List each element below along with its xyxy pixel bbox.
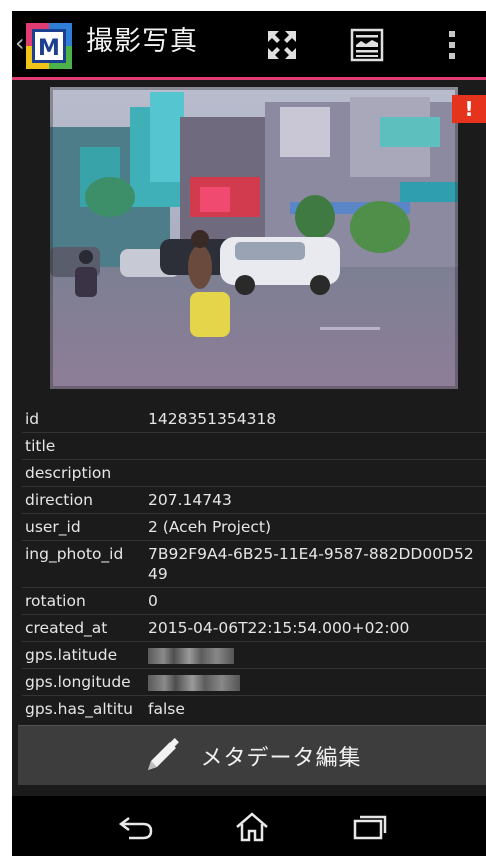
metadata-key: gps.latitude bbox=[25, 646, 118, 664]
metadata-value bbox=[148, 672, 486, 692]
back-icon bbox=[118, 817, 153, 840]
metadata-row-title: title bbox=[22, 433, 486, 460]
nav-home-button[interactable] bbox=[230, 810, 274, 844]
metadata-value: 1428351354318 bbox=[148, 410, 277, 428]
overflow-menu-button[interactable] bbox=[432, 25, 472, 65]
fullscreen-button[interactable] bbox=[262, 25, 302, 65]
metadata-key: description bbox=[25, 464, 112, 482]
back-caret-icon[interactable]: ‹ bbox=[15, 31, 25, 55]
edit-metadata-label: メタデータ編集 bbox=[200, 745, 362, 771]
captured-photo[interactable] bbox=[50, 87, 458, 389]
metadata-value bbox=[148, 463, 486, 483]
metadata-row-gps-has-altitude: gps.has_altitu false bbox=[22, 696, 486, 722]
action-bar: ‹ M 撮影写真 bbox=[12, 11, 486, 77]
metadata-row-ing-photo-id: ing_photo_id 7B92F9A4-6B25-11E4-9587-882… bbox=[22, 541, 486, 588]
metadata-row-direction: direction 207.14743 bbox=[22, 487, 486, 514]
metadata-row-rotation: rotation 0 bbox=[22, 588, 486, 615]
metadata-key: rotation bbox=[25, 592, 86, 610]
metadata-row-id: id 1428351354318 bbox=[22, 406, 486, 433]
nav-recents-button[interactable] bbox=[348, 810, 392, 844]
warning-badge[interactable]: ! bbox=[452, 95, 486, 123]
metadata-key: id bbox=[25, 410, 40, 428]
metadata-value bbox=[148, 436, 486, 456]
metadata-row-created-at: created_at 2015-04-06T22:15:54.000+02:00 bbox=[22, 615, 486, 642]
metadata-key: created_at bbox=[25, 619, 108, 637]
metadata-list: id 1428351354318 title description direc… bbox=[22, 406, 486, 722]
image-list-button[interactable] bbox=[347, 25, 387, 65]
metadata-value: false bbox=[148, 700, 185, 718]
metadata-value: 0 bbox=[148, 592, 158, 610]
home-icon bbox=[236, 812, 268, 842]
metadata-value bbox=[148, 645, 486, 665]
metadata-value: 2 (Aceh Project) bbox=[148, 518, 272, 536]
nav-back-button[interactable] bbox=[114, 810, 158, 844]
phone-screen: ‹ M 撮影写真 ! id 1428351354318 title descri… bbox=[12, 11, 486, 856]
metadata-row-gps-longitude: gps.longitude bbox=[22, 669, 486, 696]
overflow-menu-icon bbox=[449, 31, 455, 59]
recents-icon bbox=[353, 815, 387, 840]
app-logo-letter: M bbox=[38, 36, 60, 61]
system-nav-bar bbox=[12, 796, 486, 856]
app-title: 撮影写真 bbox=[86, 26, 198, 57]
metadata-key: user_id bbox=[25, 518, 81, 536]
metadata-key: gps.longitude bbox=[25, 673, 131, 691]
image-list-icon bbox=[350, 28, 384, 62]
redacted-value bbox=[148, 647, 234, 664]
metadata-value: 2015-04-06T22:15:54.000+02:00 bbox=[148, 619, 410, 637]
pencil-icon bbox=[148, 737, 180, 770]
metadata-key: direction bbox=[25, 491, 93, 509]
metadata-key: title bbox=[25, 437, 56, 455]
street-scene-image bbox=[50, 87, 458, 389]
metadata-value: 7B92F9A4-6B25-11E4-9587-882DD00D5249 bbox=[148, 545, 474, 583]
redacted-value bbox=[148, 674, 240, 691]
metadata-key: gps.has_altitu bbox=[25, 700, 133, 718]
metadata-row-description: description bbox=[22, 460, 486, 487]
edit-metadata-button[interactable]: メタデータ編集 bbox=[18, 725, 486, 785]
metadata-row-gps-latitude: gps.latitude bbox=[22, 642, 486, 669]
metadata-value: 207.14743 bbox=[148, 491, 232, 509]
app-logo-icon[interactable]: M bbox=[26, 23, 72, 69]
actionbar-accent-line bbox=[12, 77, 486, 80]
metadata-key: ing_photo_id bbox=[25, 545, 124, 563]
fullscreen-icon bbox=[268, 31, 296, 59]
metadata-row-user-id: user_id 2 (Aceh Project) bbox=[22, 514, 486, 541]
